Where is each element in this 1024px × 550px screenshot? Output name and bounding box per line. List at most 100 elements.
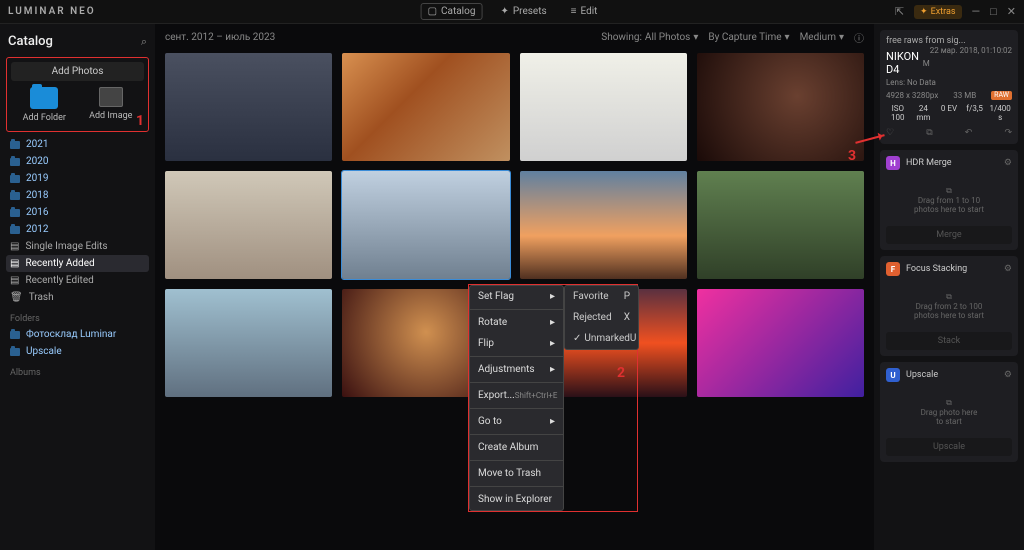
folder-icon [10, 175, 20, 183]
gear-icon[interactable]: ⚙ [1004, 158, 1012, 168]
ctx-rotate[interactable]: Rotate▸ [470, 312, 563, 333]
ctx-flip[interactable]: Flip▸ [470, 333, 563, 354]
camera-model: NIKON D4M [886, 50, 930, 76]
upscale-icon: U [886, 368, 900, 382]
thumbnail[interactable] [165, 289, 332, 397]
minimize-icon[interactable]: — [972, 5, 981, 18]
ctx-set-flag[interactable]: Set Flag▸ [470, 286, 563, 307]
hdr-hint: ⧉Drag from 1 to 10 photos here to start [886, 178, 1012, 222]
folder-icon [10, 209, 20, 217]
window-controls: ⇱ ✦ Extras — □ ✕ [895, 5, 1016, 19]
gear-icon[interactable]: ⚙ [1004, 264, 1012, 274]
lens-info: Lens: No Data [886, 78, 1012, 87]
focus-stacking-card[interactable]: FFocus Stacking⚙ ⧉Drag from 2 to 100 pho… [880, 256, 1018, 356]
info-date: 22 мар. 2018, 01:10:02 [930, 46, 1012, 55]
close-icon[interactable]: ✕ [1007, 5, 1016, 18]
search-icon[interactable]: ⌕ [141, 35, 147, 49]
thumbnail[interactable] [520, 171, 687, 279]
thumbnail[interactable] [342, 53, 509, 161]
flag-submenu: FavoriteP RejectedX UnmarkedU [564, 285, 639, 350]
mode-tabs: ▢ Catalog ✦ Presets ≡ Edit [421, 3, 604, 20]
add-folder-button[interactable]: Add Folder [23, 87, 66, 123]
showing-filter[interactable]: Showing: All Photos ▾ [601, 32, 698, 43]
add-photos-header[interactable]: Add Photos [11, 62, 144, 81]
thumbnail[interactable] [697, 171, 864, 279]
stack-button[interactable]: Stack [886, 332, 1012, 350]
thumbnail-selected[interactable] [342, 171, 509, 279]
folders-section-label: Folders [6, 306, 149, 326]
merge-button[interactable]: Merge [886, 226, 1012, 244]
rotate-left-icon[interactable]: ↶ [965, 128, 973, 138]
sub-favorite[interactable]: FavoriteP [565, 286, 638, 307]
catalog-title: Catalog [8, 34, 53, 49]
folder-icon [10, 158, 20, 166]
year-item[interactable]: 2018 [6, 187, 149, 204]
export-icon[interactable]: ⇱ [895, 5, 904, 18]
exif-row: ISO 100 24 mm 0 EV f/3,5 1/400 s [886, 104, 1012, 122]
size-filter[interactable]: Medium ▾ [800, 32, 844, 43]
filesize: 33 MB [953, 91, 976, 100]
ctx-trash[interactable]: Move to Trash [470, 463, 563, 484]
year-item[interactable]: 2012 [6, 221, 149, 238]
trash-item[interactable]: 🗑 Trash [6, 289, 149, 306]
thumbnail[interactable] [697, 53, 864, 161]
favorite-icon[interactable]: ♡ [886, 128, 894, 138]
folder-item[interactable]: Upscale [6, 343, 149, 360]
upscale-hint: ⧉Drag photo here to start [886, 390, 1012, 434]
dimensions: 4928 x 3280px [886, 91, 938, 100]
chevron-right-icon: ▸ [550, 291, 555, 302]
year-item[interactable]: 2016 [6, 204, 149, 221]
folder-icon [10, 192, 20, 200]
tab-presets[interactable]: ✦ Presets [494, 4, 552, 19]
thumbnail[interactable] [165, 171, 332, 279]
ctx-goto[interactable]: Go to▸ [470, 411, 563, 432]
rotate-right-icon[interactable]: ↷ [1004, 128, 1012, 138]
thumbnail[interactable] [697, 289, 864, 397]
add-image-button[interactable]: Add Image [89, 87, 132, 123]
sort-filter[interactable]: By Capture Time ▾ [708, 32, 789, 43]
upscale-button[interactable]: Upscale [886, 438, 1012, 456]
image-icon [99, 87, 123, 107]
hdr-merge-card[interactable]: HHDR Merge⚙ ⧉Drag from 1 to 10 photos he… [880, 150, 1018, 250]
tab-edit[interactable]: ≡ Edit [565, 4, 604, 19]
year-item[interactable]: 2020 [6, 153, 149, 170]
single-edits-item[interactable]: ▤ Single Image Edits [6, 238, 149, 255]
sub-rejected[interactable]: RejectedX [565, 307, 638, 328]
year-item[interactable]: 2019 [6, 170, 149, 187]
chevron-right-icon: ▸ [550, 416, 555, 427]
hdr-icon: H [886, 156, 900, 170]
add-photos-panel: Add Photos Add Folder Add Image 1 [6, 57, 149, 132]
top-bar: LUMINAR NEO ▢ Catalog ✦ Presets ≡ Edit ⇱… [0, 0, 1024, 24]
ctx-export[interactable]: Export...Shift+Ctrl+E [470, 385, 563, 406]
main-header: сент. 2012 – июль 2023 Showing: All Phot… [155, 24, 874, 51]
right-panel: free raws from sig... 22 мар. 2018, 01:1… [874, 24, 1024, 550]
format-badge: RAW [991, 91, 1012, 100]
info-toggle-icon[interactable]: ⓘ [854, 30, 864, 45]
copy-icon[interactable]: ⧉ [926, 128, 932, 138]
year-item[interactable]: 2021 [6, 136, 149, 153]
tab-catalog[interactable]: ▢ Catalog [421, 3, 483, 20]
maximize-icon[interactable]: □ [990, 5, 997, 18]
sub-unmarked[interactable]: UnmarkedU [565, 328, 638, 349]
recently-edited-item[interactable]: ▤ Recently Edited [6, 272, 149, 289]
upscale-card[interactable]: UUpscale⚙ ⧉Drag photo here to start Upsc… [880, 362, 1018, 462]
folder-icon [10, 348, 20, 356]
annotation-3: 3 [848, 148, 856, 164]
ctx-explorer[interactable]: Show in Explorer [470, 489, 563, 510]
extras-button[interactable]: ✦ Extras [914, 5, 962, 19]
thumbnail[interactable] [165, 53, 332, 161]
gear-icon[interactable]: ⚙ [1004, 370, 1012, 380]
folder-icon [10, 226, 20, 234]
recently-added-item[interactable]: ▤ Recently Added [6, 255, 149, 272]
date-range: сент. 2012 – июль 2023 [165, 32, 275, 43]
context-menu: Set Flag▸ Rotate▸ Flip▸ Adjustments▸ Exp… [469, 285, 564, 511]
folder-icon [30, 87, 58, 109]
annotation-1: 1 [136, 113, 144, 129]
thumbnail[interactable] [520, 53, 687, 161]
year-list: 2021 2020 2019 2018 2016 2012 ▤ Single I… [6, 136, 149, 306]
folder-item[interactable]: Фотосклад Luminar [6, 326, 149, 343]
ctx-create-album[interactable]: Create Album [470, 437, 563, 458]
folder-icon [10, 141, 20, 149]
ctx-adjustments[interactable]: Adjustments▸ [470, 359, 563, 380]
sidebar: Catalog ⌕ Add Photos Add Folder Add Imag… [0, 24, 155, 550]
